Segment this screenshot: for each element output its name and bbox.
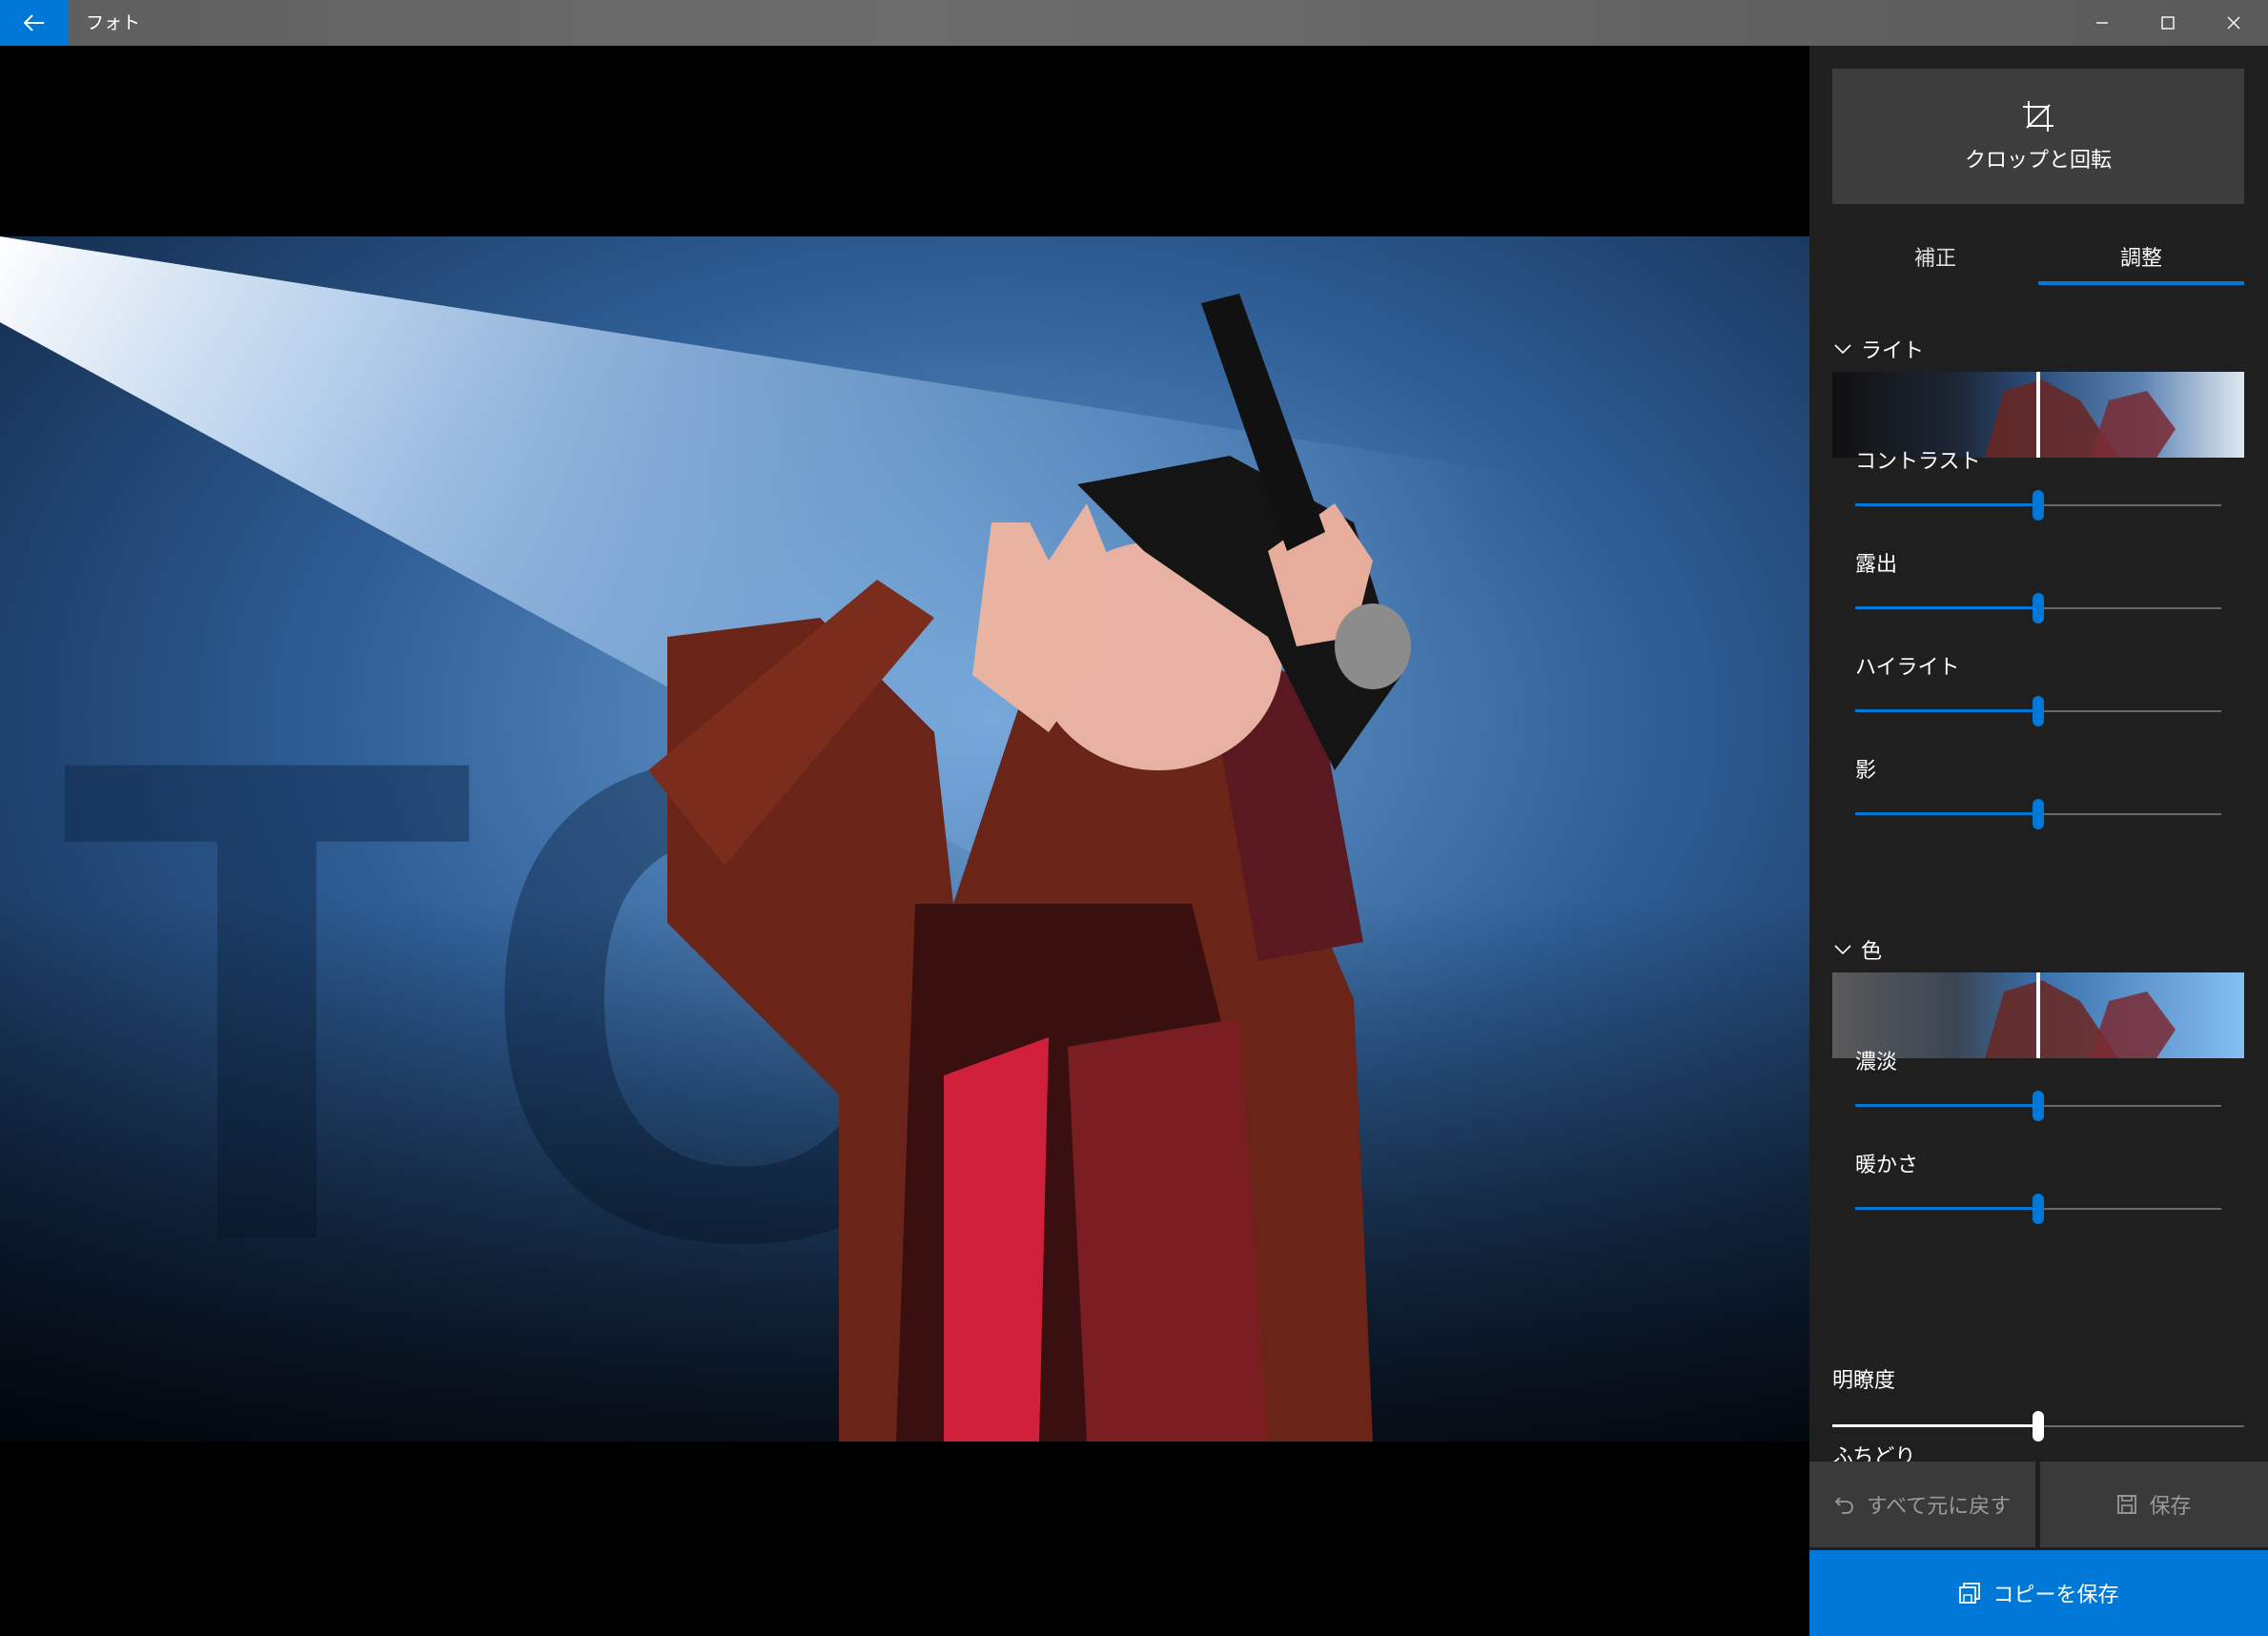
vignette-label: ふちどり [1832, 1445, 1916, 1462]
slider-label: ハイライト [1855, 656, 1960, 680]
maximize-icon [2160, 16, 2175, 30]
close-icon [2227, 16, 2239, 30]
save-copy-label: コピーを保存 [1992, 1584, 2119, 1607]
light-section-header[interactable]: ライト [1834, 334, 1924, 364]
light-section-title: ライト [1861, 339, 1925, 363]
clarity-label: 明瞭度 [1832, 1369, 1896, 1393]
save-button[interactable]: 保存 [2040, 1462, 2268, 1547]
close-button[interactable] [2200, 0, 2266, 46]
slider-track-fill [1855, 812, 2038, 815]
slider-thumb[interactable] [2033, 1091, 2044, 1121]
revert-all-button[interactable]: すべて元に戻す [1809, 1462, 2035, 1547]
back-button[interactable] [0, 0, 69, 46]
slider-label: 露出 [1855, 553, 1898, 577]
undo-icon [1834, 1497, 1853, 1514]
color-section-header[interactable]: 色 [1834, 934, 1882, 965]
save-copy-icon [1959, 1583, 1981, 1604]
edit-panel: クロップと回転 補正 調整 ライト コントラスト 露出 ハイライト 影 色 濃淡… [1809, 46, 2268, 1636]
minimize-icon [2095, 22, 2108, 24]
slider-track-fill [1855, 709, 2038, 712]
slider-label: コントラスト [1855, 450, 1981, 474]
maximize-button[interactable] [2135, 0, 2200, 46]
clarity-track-fill [1832, 1424, 2038, 1427]
active-tab-indicator [2038, 281, 2244, 285]
edited-photo: TC [0, 236, 1809, 1442]
tab-enhance[interactable]: 補正 [1832, 227, 2038, 292]
back-arrow-icon [24, 14, 44, 31]
save-label: 保存 [2149, 1495, 2192, 1519]
title-bar: フォト [0, 0, 2268, 46]
slider-track-fill [1855, 606, 2038, 609]
adjust-slider[interactable] [1855, 490, 2221, 521]
color-section-title: 色 [1861, 940, 1883, 964]
slider-track-fill [1855, 1104, 2038, 1107]
slider-track-fill [1855, 503, 2038, 506]
slider-label: 影 [1855, 759, 1877, 783]
minimize-button[interactable] [2069, 0, 2135, 46]
crop-rotate-button[interactable]: クロップと回転 [1832, 69, 2244, 204]
save-copy-button[interactable]: コピーを保存 [1809, 1550, 2268, 1636]
slider-track-fill [1855, 1207, 2038, 1210]
slider-label: 濃淡 [1855, 1051, 1898, 1074]
adjust-slider[interactable] [1855, 1194, 2221, 1224]
slider-thumb[interactable] [2033, 799, 2044, 829]
adjust-slider[interactable] [1855, 1091, 2221, 1121]
adjust-scroll-area[interactable]: ライト コントラスト 露出 ハイライト影 色 濃淡 暖かさ 明瞭度 ふちどり [1809, 294, 2268, 1462]
adjust-slider[interactable] [1855, 799, 2221, 829]
slider-thumb[interactable] [2033, 593, 2044, 624]
slider-thumb[interactable] [2033, 490, 2044, 521]
crop-icon [2023, 101, 2053, 132]
chevron-down-icon [1834, 945, 1851, 955]
revert-all-label: すべて元に戻す [1866, 1495, 2012, 1519]
save-icon [2117, 1495, 2137, 1514]
adjust-slider[interactable] [1855, 593, 2221, 624]
slider-label: 暖かさ [1855, 1154, 1919, 1177]
chevron-down-icon [1834, 344, 1851, 355]
adjust-slider[interactable] [1855, 696, 2221, 726]
slider-thumb[interactable] [2033, 1194, 2044, 1224]
clarity-thumb[interactable] [2033, 1411, 2044, 1442]
app-title: フォト [86, 12, 141, 33]
slider-thumb[interactable] [2033, 696, 2044, 726]
photo-canvas[interactable]: TC [0, 46, 1809, 1636]
clarity-slider[interactable] [1832, 1411, 2244, 1442]
crop-rotate-label: クロップと回転 [1964, 149, 2112, 173]
